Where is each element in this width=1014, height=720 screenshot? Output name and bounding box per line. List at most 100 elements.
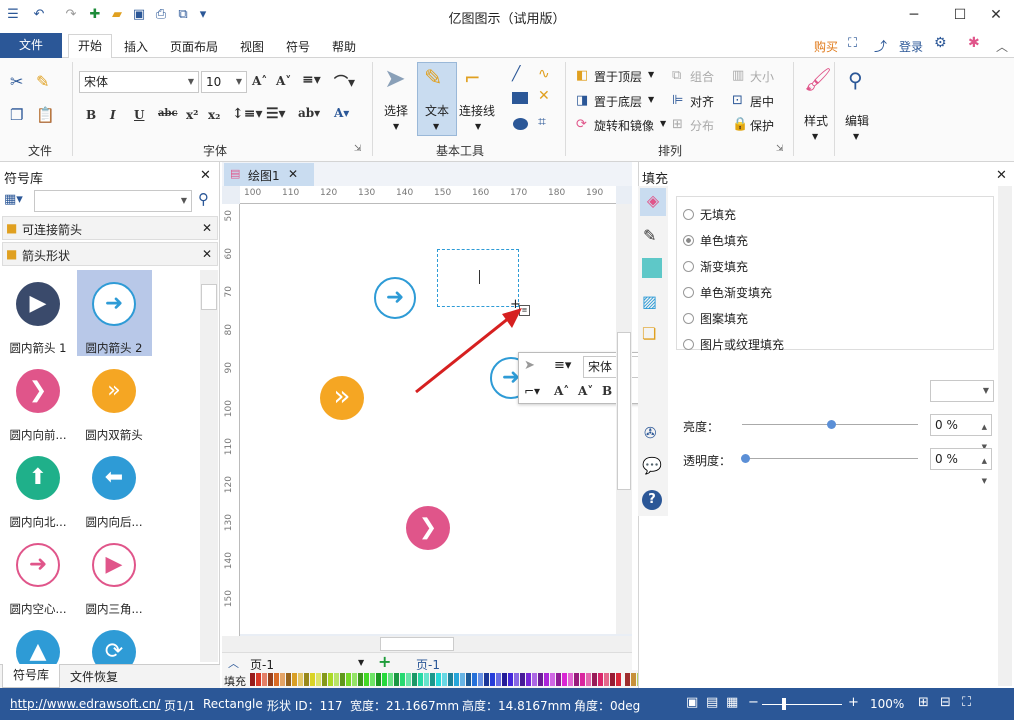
color-swatch[interactable]: [448, 673, 453, 686]
login-link[interactable]: 登录: [899, 38, 923, 55]
font-size-select[interactable]: 10 ▼: [201, 71, 247, 93]
color-swatch[interactable]: [592, 673, 597, 686]
color-swatch[interactable]: [550, 673, 555, 686]
screenshot-icon[interactable]: ⛶: [848, 36, 857, 51]
zoom-slider-handle[interactable]: [782, 698, 786, 710]
close-button[interactable]: ✕: [982, 4, 1010, 26]
fill-option[interactable]: 单色渐变填充: [683, 284, 772, 301]
color-swatch[interactable]: [358, 673, 363, 686]
library-scrollbar[interactable]: [200, 270, 218, 662]
comment-icon[interactable]: 💬: [642, 456, 662, 475]
color-swatch[interactable]: [460, 673, 465, 686]
color-swatch[interactable]: [490, 673, 495, 686]
align-objects-icon[interactable]: ⊫: [672, 93, 683, 108]
bring-front-button[interactable]: 置于顶层: [594, 68, 642, 85]
color-swatch[interactable]: [412, 673, 417, 686]
color-swatch[interactable]: [580, 673, 585, 686]
tab-view[interactable]: 视图: [240, 38, 264, 55]
color-swatch[interactable]: [526, 673, 531, 686]
full-screen-icon[interactable]: ⛶: [962, 695, 971, 710]
color-swatch[interactable]: [544, 673, 549, 686]
distribute-icon[interactable]: ⊞: [672, 117, 683, 132]
underline-icon[interactable]: U: [134, 108, 144, 122]
binoculars-icon[interactable]: ⚲: [848, 68, 863, 92]
tab-symbol-library[interactable]: 符号库: [2, 664, 60, 688]
center-icon[interactable]: ⊡: [732, 93, 743, 108]
color-swatch[interactable]: [508, 673, 513, 686]
color-swatch[interactable]: [400, 673, 405, 686]
style-dropdown-icon[interactable]: ▼: [812, 132, 818, 141]
image-icon[interactable]: ▨: [642, 292, 657, 311]
color-swatch[interactable]: [556, 673, 561, 686]
maximize-button[interactable]: ☐: [946, 4, 974, 26]
color-swatch[interactable]: [502, 673, 507, 686]
transparency-input[interactable]: 0 % ▲ ▼: [930, 448, 992, 485]
line-spacing-icon[interactable]: ↕≡▾: [232, 106, 263, 122]
select-tool-label[interactable]: 选择: [384, 102, 408, 119]
center-button[interactable]: 居中: [750, 93, 774, 110]
mini-grow-font-icon[interactable]: A˄: [554, 384, 569, 398]
color-swatch[interactable]: [280, 673, 285, 686]
fill-panel-close-icon[interactable]: ✕: [996, 168, 1007, 183]
tab-file[interactable]: 文件: [0, 33, 62, 58]
rectangle-tool-icon[interactable]: [512, 92, 528, 104]
page-up-icon[interactable]: ︿: [228, 655, 239, 671]
zoom-slider-track[interactable]: [762, 704, 842, 705]
fill-panel-scrollbar[interactable]: [998, 186, 1012, 686]
bring-front-dropdown-icon[interactable]: ▼: [648, 70, 654, 79]
color-swatch[interactable]: [394, 673, 399, 686]
rotate-icon[interactable]: ⟳: [576, 117, 587, 132]
add-page-icon[interactable]: +: [378, 652, 391, 671]
color-swatch[interactable]: [406, 673, 411, 686]
color-swatch[interactable]: [370, 673, 375, 686]
new-icon[interactable]: ✚: [86, 6, 104, 24]
tab-insert[interactable]: 插入: [124, 38, 148, 55]
collapse-ribbon-icon[interactable]: ︿: [996, 38, 1008, 55]
page-select-dropdown-icon[interactable]: ▼: [358, 658, 364, 667]
tab-home[interactable]: 开始: [68, 34, 112, 59]
color-swatch[interactable]: [598, 673, 603, 686]
color-swatch[interactable]: [625, 673, 630, 686]
customize-icon[interactable]: ▾: [194, 6, 212, 24]
undo-icon[interactable]: ↶: [30, 6, 48, 24]
curve-tool-icon[interactable]: ∿: [538, 66, 550, 82]
color-swatch[interactable]: [520, 673, 525, 686]
canvas-forward-arrow-shape[interactable]: ❯: [406, 506, 450, 550]
color-swatch[interactable]: [340, 673, 345, 686]
mini-pointer-icon[interactable]: ➤: [524, 358, 535, 373]
line-pen-icon[interactable]: ✎: [643, 226, 656, 245]
minimize-button[interactable]: ─: [900, 4, 928, 26]
radio-icon[interactable]: [683, 261, 694, 272]
color-swatch[interactable]: [496, 673, 501, 686]
text-dropdown-icon[interactable]: ▼: [433, 122, 439, 131]
text-color-bg-icon[interactable]: ab▾: [298, 106, 320, 120]
color-swatch[interactable]: [430, 673, 435, 686]
color-swatch[interactable]: [310, 673, 315, 686]
text-box-selection[interactable]: [437, 249, 519, 307]
brightness-slider-handle[interactable]: [827, 420, 836, 429]
library-shape-thumbnail[interactable]: ⬆: [16, 456, 60, 500]
export-icon[interactable]: ⧉: [174, 6, 192, 24]
brightness-input[interactable]: 0 % ▲ ▼: [930, 414, 992, 451]
canvas-horizontal-scroll-thumb[interactable]: [380, 637, 454, 651]
attachment-icon[interactable]: ✇: [644, 424, 657, 442]
website-link[interactable]: http://www.edrawsoft.cn/: [10, 697, 160, 711]
color-swatch[interactable]: [346, 673, 351, 686]
fill-option[interactable]: 无填充: [683, 206, 736, 223]
fill-option[interactable]: 单色填充: [683, 232, 748, 249]
color-swatch[interactable]: [334, 673, 339, 686]
line-tool-icon[interactable]: ╱: [512, 66, 520, 82]
canvas-double-arrow-shape[interactable]: »: [320, 376, 364, 420]
edit-dropdown-icon[interactable]: ▼: [853, 132, 859, 141]
color-swatch[interactable]: [328, 673, 333, 686]
zoom-in-icon[interactable]: +: [848, 695, 859, 710]
fill-bucket-icon[interactable]: ◈: [640, 188, 666, 216]
mini-shrink-font-icon[interactable]: A˅: [578, 384, 593, 398]
align-button[interactable]: 对齐: [690, 93, 714, 110]
align-icon[interactable]: ≡▾: [302, 72, 321, 88]
tab-help[interactable]: 帮助: [332, 38, 356, 55]
zoom-out-icon[interactable]: −: [748, 695, 759, 710]
library-shape-thumbnail[interactable]: ▶: [16, 282, 60, 326]
library-search-input[interactable]: ▼: [34, 190, 192, 212]
paste-icon[interactable]: 📋: [36, 106, 55, 124]
